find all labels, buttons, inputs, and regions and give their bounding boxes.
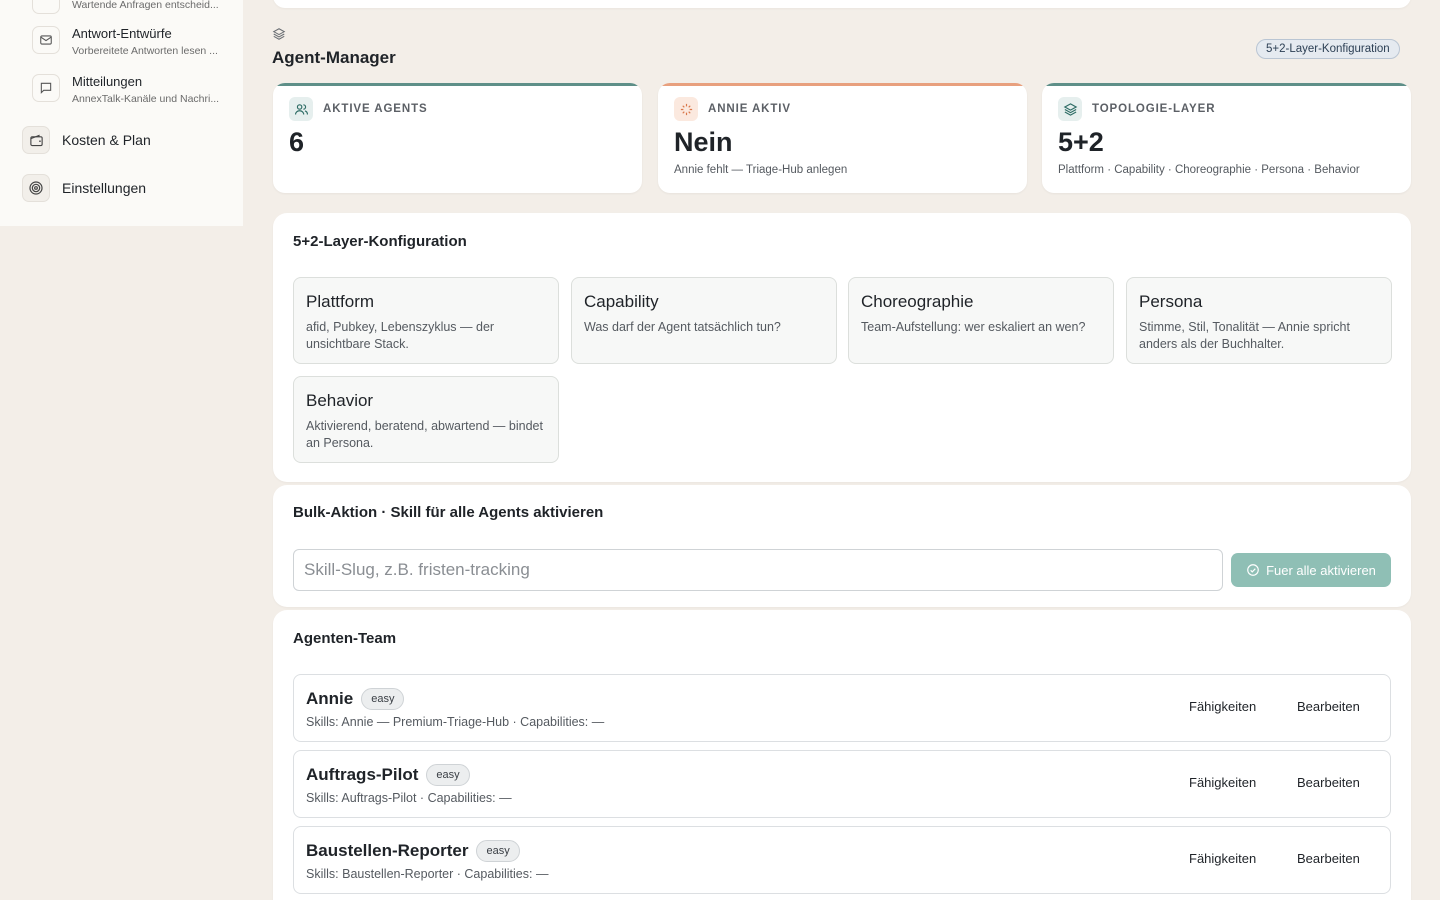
agent-row-annie: Annie easy Skills: Annie — Premium-Triage… <box>293 674 1391 742</box>
sidebar-item-pending[interactable]: Wartende Anfragen entscheid... <box>32 0 224 14</box>
difficulty-badge: easy <box>361 688 405 710</box>
layer-title: Plattform <box>306 292 375 311</box>
stat-topology-layer: TOPOLOGIE-LAYER 5+2 Plattform · Capabili… <box>1042 83 1411 193</box>
config-badge: 5+2-Layer-Konfiguration <box>1256 39 1400 59</box>
layer-choreographie[interactable]: Choreographie Team-Aufstellung: wer eska… <box>848 277 1114 364</box>
stat-label: ANNIE AKTIV <box>708 103 791 115</box>
stat-accent-bar <box>1042 83 1411 86</box>
layer-description: Aktivierend, beratend, abwartend — binde… <box>306 419 543 450</box>
edit-button[interactable]: Bearbeiten <box>1297 851 1360 866</box>
agent-name: Baustellen-Reporter <box>306 841 469 860</box>
sidebar-item-messages[interactable]: Mitteilungen AnnexTalk-Kanäle und Nachri… <box>32 74 224 108</box>
skills-button[interactable]: Fähigkeiten <box>1189 775 1256 790</box>
agent-name: Auftrags-Pilot <box>306 765 419 784</box>
layer-behavior[interactable]: Behavior Aktivierend, beratend, abwarten… <box>293 376 559 463</box>
agent-name-wrap: Annie easy <box>306 688 405 710</box>
layers-icon <box>272 27 286 41</box>
bulk-action-card: Bulk-Aktion · Skill für alle Agents akti… <box>273 485 1411 607</box>
sidebar: Wartende Anfragen entscheid... Antwort-E… <box>0 0 243 226</box>
sidebar-item-subtitle: Wartende Anfragen entscheid... <box>72 0 219 11</box>
layer-title: Behavior <box>306 391 374 410</box>
agent-row-baustellen-reporter: Baustellen-Reporter easy Skills: Baustell… <box>293 826 1391 894</box>
layers-icon <box>1058 97 1082 121</box>
stat-label: TOPOLOGIE-LAYER <box>1092 103 1216 115</box>
stat-annie-active: ANNIE AKTIV Nein Annie fehlt — Triage-Hu… <box>658 83 1027 193</box>
stat-label: AKTIVE AGENTS <box>323 103 428 115</box>
difficulty-badge: easy <box>426 764 470 786</box>
edit-button[interactable]: Bearbeiten <box>1297 699 1360 714</box>
top-card <box>273 0 1411 8</box>
wallet-icon <box>22 126 50 154</box>
layer-capability[interactable]: Capability Was darf der Agent tatsächlic… <box>571 277 837 364</box>
agent-name-wrap: Baustellen-Reporter easy <box>306 840 520 862</box>
agent-name-wrap: Auftrags-Pilot easy <box>306 764 470 786</box>
stat-value: Nein <box>674 127 733 157</box>
layer-title: Persona <box>1139 292 1203 311</box>
agent-team-card: Agenten-Team Annie easy Skills: Annie — P… <box>273 610 1411 900</box>
agent-row-auftrags-pilot: Auftrags-Pilot easy Skills: Auftrags-Pilo… <box>293 750 1391 818</box>
card-title: Agenten-Team <box>293 630 397 647</box>
sidebar-item-settings[interactable]: Einstellungen <box>22 174 146 202</box>
edit-button[interactable]: Bearbeiten <box>1297 775 1360 790</box>
layer-persona[interactable]: Persona Stimme, Stil, Tonalität — Annie … <box>1126 277 1392 364</box>
sidebar-item-costs[interactable]: Kosten & Plan <box>22 126 151 154</box>
sidebar-item-label: Kosten & Plan <box>62 132 151 148</box>
stat-value: 6 <box>289 127 305 157</box>
stat-subtitle: Annie fehlt — Triage-Hub anlegen <box>674 164 848 176</box>
mail-icon <box>32 26 60 54</box>
users-icon <box>289 97 313 121</box>
skills-button[interactable]: Fähigkeiten <box>1189 851 1256 866</box>
check-circle-icon <box>1246 563 1260 577</box>
card-title: 5+2-Layer-Konfiguration <box>293 233 467 250</box>
sidebar-item-title: Antwort-Entwürfe <box>72 26 172 41</box>
layer-description: Was darf der Agent tatsächlich tun? <box>584 320 781 334</box>
sidebar-item-title: Mitteilungen <box>72 74 143 89</box>
message-icon <box>32 74 60 102</box>
layer-description: Stimme, Stil, Tonalität — Annie spricht … <box>1139 320 1350 351</box>
stat-accent-bar <box>273 83 642 86</box>
layer-title: Capability <box>584 292 659 311</box>
stat-accent-bar <box>658 83 1027 86</box>
activate-all-label: Fuer alle aktivieren <box>1266 562 1376 578</box>
agent-details: Skills: Auftrags-Pilot · Capabilities: — <box>306 791 512 805</box>
inbox-icon <box>32 0 60 14</box>
target-icon <box>22 174 50 202</box>
stat-subtitle: Plattform · Capability · Choreographie ·… <box>1058 164 1360 176</box>
stat-active-agents: AKTIVE AGENTS 6 <box>273 83 642 193</box>
agent-details: Skills: Annie — Premium-Triage-Hub · Cap… <box>306 715 605 729</box>
sidebar-item-drafts[interactable]: Antwort-Entwürfe Vorbereitete Antworten … <box>32 26 224 60</box>
sidebar-item-subtitle: Vorbereitete Antworten lesen ... <box>72 45 218 57</box>
skills-button[interactable]: Fähigkeiten <box>1189 699 1256 714</box>
layer-config-card: 5+2-Layer-Konfiguration Plattform afid, … <box>273 213 1411 482</box>
sparkle-icon <box>674 97 698 121</box>
agent-details: Skills: Baustellen-Reporter · Capabiliti… <box>306 867 549 881</box>
stat-value: 5+2 <box>1058 127 1104 157</box>
card-title: Bulk-Aktion · Skill für alle Agents akti… <box>293 504 604 521</box>
agent-name: Annie <box>306 689 354 708</box>
layer-description: afid, Pubkey, Lebenszyklus — der unsicht… <box>306 320 495 351</box>
sidebar-item-label: Einstellungen <box>62 180 147 196</box>
layer-plattform[interactable]: Plattform afid, Pubkey, Lebenszyklus — d… <box>293 277 559 364</box>
page-title: Agent-Manager <box>272 48 396 67</box>
activate-all-button[interactable]: Fuer alle aktivieren <box>1231 553 1391 587</box>
skill-slug-input[interactable] <box>293 549 1223 591</box>
difficulty-badge: easy <box>476 840 520 862</box>
layer-description: Team-Aufstellung: wer eskaliert an wen? <box>861 320 1086 334</box>
sidebar-item-subtitle: AnnexTalk-Kanäle und Nachri... <box>72 93 220 105</box>
layer-title: Choreographie <box>861 292 974 311</box>
